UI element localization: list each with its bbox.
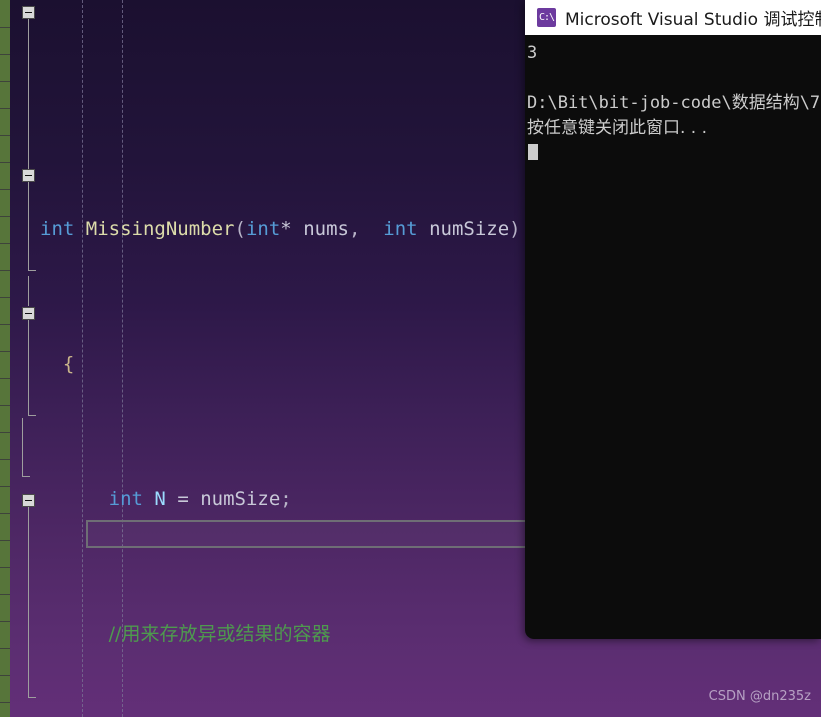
token-keyword-int: int [108, 488, 143, 510]
token-keyword-int: int [40, 218, 75, 240]
fold-toggle-function[interactable] [22, 6, 35, 19]
token-param-numsize: numSize [200, 488, 281, 510]
fold-toggle-main[interactable] [22, 494, 35, 507]
token-param-nums: nums [303, 218, 349, 240]
screenshot-root: int MissingNumber(int* nums, int numSize… [0, 0, 821, 717]
outlining-gutter[interactable] [10, 0, 38, 717]
console-window-icon: C:\ [537, 8, 556, 27]
console-output[interactable]: 3 D:\Bit\bit-job-code\数据结构\7 按任意键关闭此窗口. … [525, 35, 821, 639]
token-keyword-int: int [383, 218, 418, 240]
token-paren: ( [234, 218, 246, 240]
token-star: * [280, 218, 292, 240]
token-keyword-int: int [245, 218, 281, 240]
token-comment: //用来存放异或结果的容器 [108, 623, 331, 645]
console-cursor [528, 144, 538, 160]
console-output-prompt: 按任意键关闭此窗口. . . [527, 118, 708, 138]
current-line-highlight [86, 520, 563, 548]
token-var-N: N [154, 488, 166, 510]
token-assign: = [165, 488, 201, 510]
token-comma: , [348, 218, 372, 240]
token-function-missingnumber: MissingNumber [85, 218, 235, 240]
fold-toggle-for-loop-1[interactable] [22, 169, 35, 182]
console-title-bar[interactable]: C:\ Microsoft Visual Studio 调试控制台 [525, 0, 821, 35]
change-marker-strip [0, 0, 10, 717]
watermark: CSDN @dn235z [708, 689, 811, 704]
console-output-value: 3 [527, 43, 538, 63]
console-title-text: Microsoft Visual Studio 调试控制台 [565, 10, 821, 30]
token-brace-open: { [62, 353, 75, 375]
console-window[interactable]: C:\ Microsoft Visual Studio 调试控制台 3 D:\B… [525, 0, 821, 639]
fold-toggle-for-loop-2[interactable] [22, 307, 35, 320]
console-output-path: D:\Bit\bit-job-code\数据结构\7 [527, 93, 821, 113]
token-param-numsize: numSize [429, 218, 510, 240]
token-semicolon: ; [280, 488, 292, 510]
token-paren: ) [509, 218, 521, 240]
